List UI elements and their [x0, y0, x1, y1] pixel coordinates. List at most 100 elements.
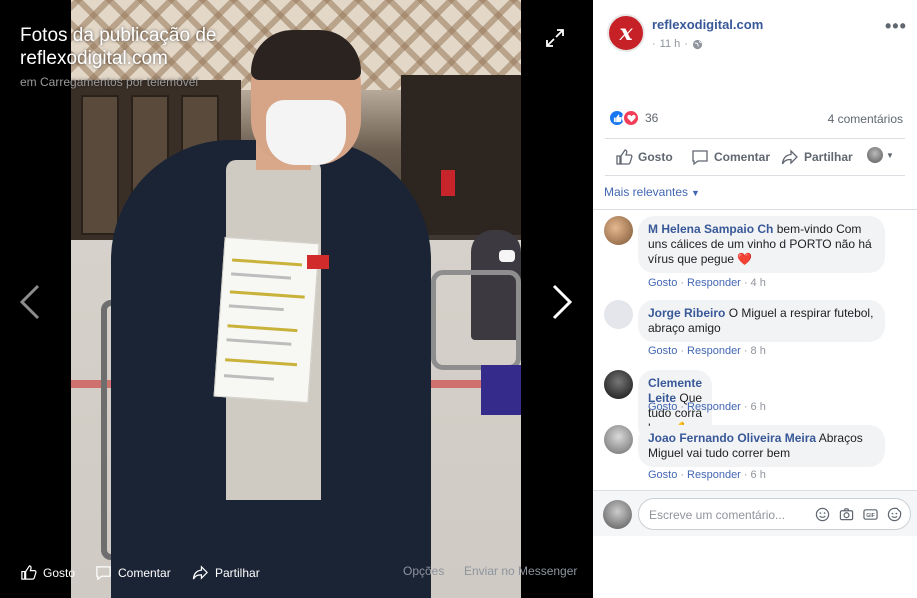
comment-icon — [692, 150, 708, 166]
commenter-name[interactable]: M Helena Sampaio Ch — [648, 222, 773, 236]
like-button[interactable]: Gosto — [615, 148, 673, 166]
page-avatar-logo: x — [619, 20, 633, 46]
photo-background-mask — [499, 250, 515, 262]
viewer-like-label: Gosto — [43, 565, 76, 580]
comment-reply-link[interactable]: Responder — [687, 345, 741, 357]
commenter-name[interactable]: Jorge Ribeiro — [648, 306, 725, 320]
viewer-comment-label: Comentar — [118, 565, 171, 580]
photo-face-mask — [266, 100, 346, 165]
avatar[interactable] — [604, 300, 633, 329]
gif-icon[interactable]: GIF — [862, 506, 878, 522]
photo-theater: Fotos da publicação de reflexodigital.co… — [0, 0, 917, 598]
viewer-title: Fotos da publicação de reflexodigital.co… — [20, 25, 217, 69]
divider — [605, 138, 905, 139]
divider — [593, 209, 917, 210]
comment-label: Comentar — [714, 150, 771, 164]
emoji-icon[interactable] — [814, 506, 830, 522]
gif-label: GIF — [866, 512, 875, 518]
photo-man-hair — [251, 30, 361, 80]
comment-composer: Escreve um comentário... GIF — [593, 490, 917, 536]
avatar — [867, 147, 883, 163]
album-link[interactable]: Carregamentos por telemóvel — [40, 75, 198, 89]
photo-sale-sign — [441, 170, 455, 196]
comment-actions: Gosto · Responder · 4 h — [648, 277, 766, 289]
viewer-sub-prefix: em — [20, 75, 37, 89]
comment-icon — [96, 566, 111, 581]
chevron-down-icon: ▼ — [691, 188, 700, 198]
post-sidebar: x reflexodigital.com · 11 h · ••• 36 4 c… — [593, 0, 917, 598]
viewer-share-label: Partilhar — [215, 565, 260, 580]
react-as-selector[interactable]: ▼ — [867, 147, 894, 163]
thumbs-up-icon — [616, 149, 633, 165]
post-time[interactable]: 11 h — [660, 38, 681, 50]
send-in-messenger-button[interactable]: Enviar no Messenger — [464, 564, 577, 578]
post-photo[interactable] — [71, 0, 521, 598]
comment-reply-link[interactable]: Responder — [687, 401, 741, 413]
comments-count-link[interactable]: 4 comentários — [828, 112, 903, 126]
comment-bubble: Joao Fernando Oliveira Meira Abraços Mig… — [638, 425, 885, 467]
comment-reply-link[interactable]: Responder — [687, 469, 741, 481]
comment-actions: Gosto · Responder · 8 h — [648, 345, 766, 357]
share-icon — [192, 565, 208, 580]
viewer-options-button[interactable]: Opções — [403, 564, 444, 578]
comment-input[interactable]: Escreve um comentário... GIF — [638, 498, 911, 530]
post-actions: Gosto Comentar Partilhar ▼ — [605, 140, 905, 172]
viewer-subtitle: em Carregamentos por telemóvel — [20, 75, 198, 89]
photo-red-tag — [307, 255, 329, 269]
comment-actions: Gosto · Responder · 6 h — [648, 401, 766, 413]
next-photo-icon[interactable] — [548, 282, 576, 322]
comment-bubble: Jorge Ribeiro O Miguel a respirar futebo… — [638, 300, 885, 342]
avatar[interactable] — [604, 370, 633, 399]
viewer-comment-button[interactable]: Comentar — [95, 564, 171, 581]
comment-time[interactable]: 6 h — [751, 401, 766, 413]
photo-paper-sheet — [213, 236, 320, 404]
meta-separator: · — [652, 38, 656, 50]
avatar[interactable] — [604, 425, 633, 454]
previous-photo-icon[interactable] — [16, 282, 44, 322]
comment-like-link[interactable]: Gosto — [648, 277, 677, 289]
post-header: x reflexodigital.com · 11 h · ••• — [605, 14, 907, 54]
photo-bag — [481, 365, 521, 415]
viewer-share-button[interactable]: Partilhar — [192, 564, 260, 581]
globe-icon — [692, 39, 703, 49]
comment-placeholder: Escreve um comentário... — [649, 508, 786, 522]
comment-actions: Gosto · Responder · 6 h — [648, 469, 766, 481]
comment-time[interactable]: 8 h — [751, 345, 766, 357]
page-avatar[interactable]: x — [607, 14, 645, 52]
viewer-options-label: Opções — [403, 564, 445, 578]
reaction-count: 36 — [645, 111, 659, 125]
photo-chair — [431, 270, 521, 370]
comment-reply-link[interactable]: Responder — [687, 277, 741, 289]
comment-sort-dropdown[interactable]: Mais relevantes ▼ — [604, 185, 700, 199]
meta-separator: · — [684, 38, 688, 50]
avatar[interactable] — [604, 216, 633, 245]
chevron-down-icon: ▼ — [886, 150, 894, 160]
comment-time[interactable]: 6 h — [751, 469, 766, 481]
expand-icon[interactable] — [545, 28, 565, 48]
comment-like-link[interactable]: Gosto — [648, 401, 677, 413]
love-reaction-icon — [622, 109, 640, 127]
post-meta: · 11 h · — [652, 38, 703, 50]
share-label: Partilhar — [804, 150, 853, 164]
commenter-name[interactable]: Joao Fernando Oliveira Meira — [648, 431, 816, 445]
viewer-messenger-label: Enviar no Messenger — [464, 564, 578, 578]
divider — [605, 175, 905, 176]
viewer-like-button[interactable]: Gosto — [20, 564, 75, 581]
viewer-action-bar: Gosto Comentar Partilhar Opções Enviar n… — [0, 556, 593, 588]
comment-like-link[interactable]: Gosto — [648, 345, 677, 357]
comment-time[interactable]: 4 h — [751, 277, 766, 289]
sort-label: Mais relevantes — [604, 185, 689, 199]
avatar — [603, 500, 632, 529]
share-button[interactable]: Partilhar — [781, 148, 853, 166]
sticker-icon[interactable] — [886, 506, 902, 522]
reactions-summary[interactable]: 36 — [608, 109, 658, 127]
comment-like-link[interactable]: Gosto — [648, 469, 677, 481]
like-label: Gosto — [638, 150, 673, 164]
more-options-icon[interactable]: ••• — [885, 16, 907, 37]
composer-icons: GIF — [814, 506, 902, 522]
page-name-link[interactable]: reflexodigital.com — [652, 17, 763, 32]
comment-button[interactable]: Comentar — [691, 148, 770, 166]
comment-bubble: M Helena Sampaio Ch bem-vindo Com uns cá… — [638, 216, 885, 273]
thumbs-up-icon — [21, 565, 37, 580]
camera-icon[interactable] — [838, 506, 854, 522]
